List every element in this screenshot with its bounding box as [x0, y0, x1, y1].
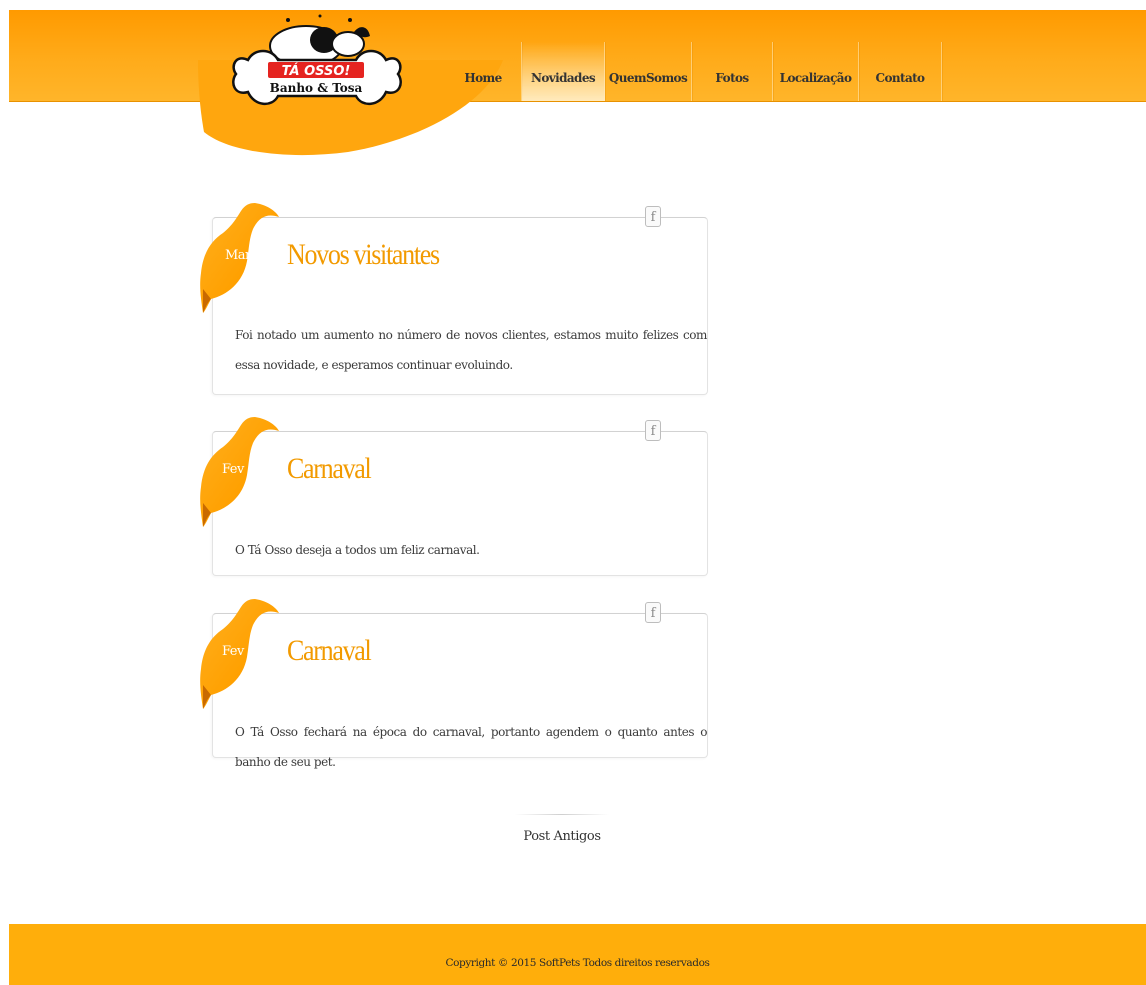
facebook-icon[interactable]: f	[645, 206, 661, 227]
old-posts-link[interactable]: Post Antigos	[515, 814, 609, 850]
facebook-icon[interactable]: f	[645, 602, 661, 623]
logo-bottom-text: Banho & Tosa	[270, 81, 363, 95]
post-card: f Mar 3 Novos visitantes Foi notado um a…	[200, 203, 708, 395]
nav-contato[interactable]: Contato	[859, 42, 942, 101]
post-body: O Tá Osso fechará na época do carnaval, …	[235, 725, 707, 769]
post-card: f Fev 14 Carnaval O Tá Osso deseja a tod…	[200, 417, 708, 576]
post-body: O Tá Osso deseja a todos um feliz carnav…	[235, 543, 480, 557]
nav-fotos[interactable]: Fotos	[692, 42, 773, 101]
page: TÁ OSSO! Banho & Tosa Home Novidades Que…	[0, 0, 1146, 985]
nav-localizacao[interactable]: Localização	[773, 42, 859, 101]
brand-logo[interactable]: TÁ OSSO! Banho & Tosa	[228, 14, 406, 118]
post-date: Fev 14	[222, 462, 264, 477]
footer: Copyright © 2015 SoftPets Todos direitos…	[9, 924, 1146, 985]
facebook-icon[interactable]: f	[645, 420, 661, 441]
post-body: Foi notado um aumento no número de novos…	[235, 328, 707, 372]
nav-novidades[interactable]: Novidades	[522, 42, 605, 101]
post-title[interactable]: Carnaval	[287, 452, 372, 486]
post-date: Fev 10	[222, 644, 264, 659]
logo-top-text: TÁ OSSO!	[282, 63, 351, 79]
nav-quemsomos[interactable]: QuemSomos	[605, 42, 692, 101]
main-nav: Home Novidades QuemSomos Fotos Localizaç…	[445, 42, 942, 101]
dog-icon	[269, 14, 370, 67]
post-card: f Fev 10 Carnaval O Tá Osso fechará na é…	[200, 599, 708, 769]
post-date: Mar 3	[225, 248, 263, 263]
nav-home[interactable]: Home	[445, 42, 522, 101]
copyright-text: Copyright © 2015 SoftPets Todos direitos…	[445, 957, 710, 969]
top-gap	[0, 0, 1146, 10]
post-title[interactable]: Novos visitantes	[287, 238, 440, 272]
post-title[interactable]: Carnaval	[287, 634, 372, 668]
